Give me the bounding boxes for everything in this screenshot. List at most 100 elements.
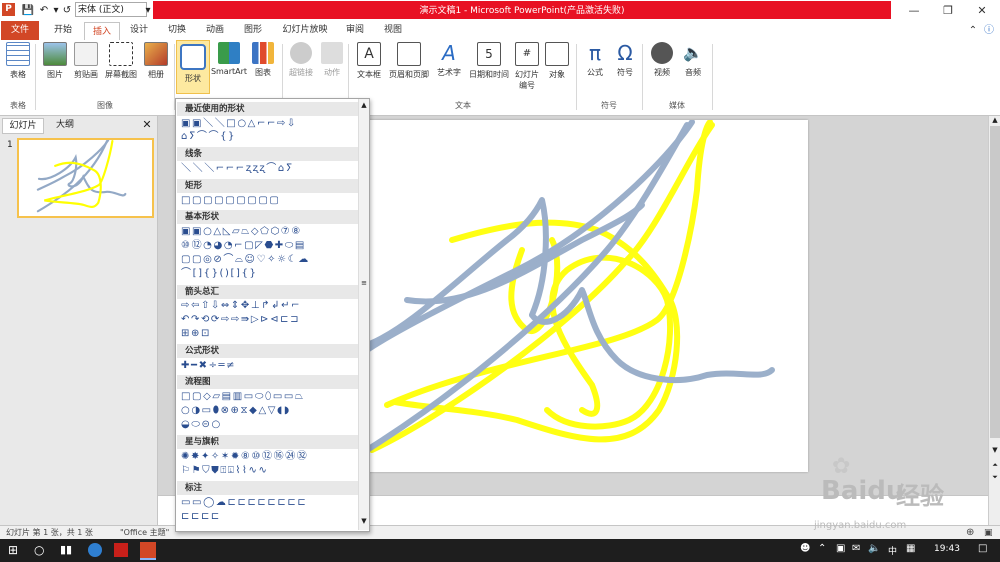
pdf-app-icon[interactable]	[114, 543, 128, 557]
equation-button[interactable]: π 公式	[582, 42, 608, 78]
shapes-row[interactable]: ✺✸✦✧✶✹⑧⑩⑫⑯㉔㉜	[181, 451, 308, 463]
help-icon[interactable]: ⓘ	[982, 21, 996, 40]
shapes-row[interactable]: □▢▢▢▢▢▢▢▢	[181, 195, 280, 207]
screenshot-label: 屏幕截图	[105, 70, 137, 79]
tab-review[interactable]: 审阅	[338, 21, 372, 40]
chart-button[interactable]: 图表	[250, 42, 276, 78]
clipart-button[interactable]: 剪贴画	[70, 42, 102, 80]
textbox-button[interactable]: A 文本框	[354, 42, 384, 80]
tab-slideshow[interactable]: 幻灯片放映	[277, 21, 333, 40]
scroll-down-icon[interactable]: ▼	[990, 446, 1000, 456]
shapes-row[interactable]: ○◑▭⬮⊗⊕⧖◆△▽◖◗	[181, 405, 291, 417]
tab-transitions[interactable]: 切换	[160, 21, 194, 40]
tab-file[interactable]: 文件	[1, 21, 39, 40]
zoom-in-icon[interactable]: ⊕	[966, 526, 974, 540]
shapes-row[interactable]: ⌂ⵢ⌒⌒{}	[181, 131, 236, 143]
datetime-button[interactable]: 5 日期和时间	[466, 42, 512, 80]
undo-dropdown-icon[interactable]: ▾	[52, 3, 60, 18]
table-button[interactable]: 表格	[4, 42, 32, 80]
divider	[712, 44, 713, 110]
ribbon-collapse-icon[interactable]: ⌃	[966, 21, 980, 40]
vertical-scrollbar[interactable]: ▲ ▼ ⏶ ⏷	[988, 116, 1000, 525]
volume-icon[interactable]: 🔈	[868, 543, 880, 554]
redo-icon[interactable]: ↺	[61, 3, 73, 18]
ime-icon[interactable]: ▦	[906, 543, 915, 554]
shapes-row[interactable]: ↶↷⟲⟳⇨⇨⇛▷⊳⊲⊏⊐	[181, 314, 300, 326]
wordart-button[interactable]: A 艺术字	[434, 42, 464, 78]
group-text: 文本	[455, 101, 471, 110]
symbol-button[interactable]: Ω 符号	[612, 42, 638, 78]
video-button[interactable]: 视频	[648, 42, 676, 78]
notifications-icon[interactable]: □	[978, 543, 987, 554]
clock[interactable]: 19:43	[934, 544, 960, 554]
save-icon[interactable]: 💾	[21, 3, 35, 18]
fit-slide-icon[interactable]: ▣	[984, 526, 993, 540]
network-icon[interactable]: ✉	[852, 543, 860, 554]
object-icon	[545, 42, 569, 66]
browser-icon[interactable]	[88, 543, 102, 557]
dropdown-scrollbar[interactable]: ▲ ≡ ▼	[358, 99, 369, 530]
hyperlink-button[interactable]: 超链接	[286, 42, 316, 78]
scroll-up-icon[interactable]: ▲	[360, 101, 368, 109]
shapes-row[interactable]: ▭▭◯☁⊏⊏⊏⊏⊏⊏⊏⊏	[181, 497, 307, 509]
audio-button[interactable]: 🔈 音频	[680, 42, 706, 78]
shapes-row[interactable]: ⇨⇦⇧⇩⇔⇕✥⊥↱↲↵⌐	[181, 300, 301, 312]
slide-thumbnail[interactable]	[17, 138, 154, 218]
user-icon[interactable]: ☻	[800, 543, 810, 554]
next-slide-icon[interactable]: ⏷	[990, 473, 1000, 483]
windows-start-icon[interactable]: ⊞	[8, 543, 18, 557]
tab-graphics[interactable]: 图形	[236, 21, 270, 40]
object-button[interactable]: 对象	[544, 42, 570, 80]
close-panel-icon[interactable]: ✕	[140, 118, 154, 132]
chart-label: 图表	[255, 68, 271, 77]
picture-button[interactable]: 图片	[42, 42, 68, 80]
clipart-label: 剪贴画	[74, 70, 98, 79]
search-icon[interactable]: ○	[34, 543, 44, 557]
album-button[interactable]: 相册	[142, 42, 170, 80]
shapes-row[interactable]: ⚐⚑⛉⛊⍐⍗⌇⌇∿∿	[181, 465, 268, 477]
power-icon[interactable]: ▣	[836, 543, 845, 554]
slide-number: 1	[7, 140, 13, 150]
prev-slide-icon[interactable]: ⏶	[990, 461, 1000, 471]
scroll-down-icon[interactable]: ▼	[360, 517, 368, 525]
powerpoint-logo-icon[interactable]: P	[2, 3, 15, 16]
shapes-row[interactable]: ▣▣○△◺▱⏢◇⬠⬡⑦⑧	[181, 226, 302, 238]
tab-animations[interactable]: 动画	[198, 21, 232, 40]
close-icon[interactable]: ✕	[962, 0, 1000, 21]
slide-canvas[interactable]	[364, 119, 808, 472]
tray-chevron-icon[interactable]: ⌃	[818, 543, 826, 554]
scroll-up-icon[interactable]: ▲	[990, 116, 1000, 126]
input-language[interactable]: 中	[888, 544, 897, 557]
shapes-row[interactable]: ◒⬭⊝○	[181, 419, 222, 431]
pi-icon: π	[588, 41, 602, 65]
action-button[interactable]: 动作	[318, 42, 346, 78]
tab-outline[interactable]: 大纲	[48, 118, 82, 132]
task-view-icon[interactable]: ▮▮	[60, 543, 72, 556]
header-footer-button[interactable]: 页眉和页脚	[386, 42, 432, 80]
powerpoint-taskbar-icon[interactable]	[140, 542, 156, 560]
shapes-row[interactable]: ＼＼＼⌐⌐⌐ʐʐʐ⌒⌂ⵢ	[181, 163, 294, 175]
slide-number-button[interactable]: # 幻灯片编号	[512, 42, 542, 91]
customize-quick-access-icon[interactable]: ▾	[143, 3, 153, 18]
tab-insert[interactable]: 插入	[84, 22, 120, 42]
shapes-row[interactable]: □▢◇▱▤▥▭⬭⬯▭▭⏢	[181, 391, 305, 403]
shapes-row[interactable]: ⊏⊏⊏⊏	[181, 511, 221, 523]
shapes-row[interactable]: ▢▢◎⊘⌒⌓☺♡✧☼☾☁	[181, 254, 310, 266]
tab-view[interactable]: 视图	[376, 21, 410, 40]
undo-icon[interactable]: ↶	[37, 3, 51, 18]
tab-home[interactable]: 开始	[46, 21, 80, 40]
shapes-button[interactable]: 形状	[176, 40, 210, 94]
tab-design[interactable]: 设计	[122, 21, 156, 40]
smartart-button[interactable]: SmartArt	[210, 42, 248, 76]
scroll-thumb[interactable]	[990, 126, 1000, 438]
shapes-row[interactable]: ✚━✖÷═≠	[181, 360, 236, 372]
shapes-row[interactable]: ▣▣＼＼□○△⌐⌐⇨⇩	[181, 118, 297, 130]
tab-slides[interactable]: 幻灯片	[2, 118, 44, 134]
shapes-row[interactable]: ⌒[]{}()[]{}	[181, 268, 257, 280]
group-symbols: 符号	[601, 101, 617, 110]
screenshot-button[interactable]: 屏幕截图	[102, 42, 140, 80]
font-select[interactable]: 宋体 (正文)	[75, 2, 147, 17]
shapes-row[interactable]: ⊞⊕⊡	[181, 328, 211, 340]
scroll-grip-icon[interactable]: ≡	[360, 279, 368, 287]
shapes-row[interactable]: ⑩⑫◔◕◔⌐▢◸⬣✚⬭▤	[181, 240, 306, 252]
